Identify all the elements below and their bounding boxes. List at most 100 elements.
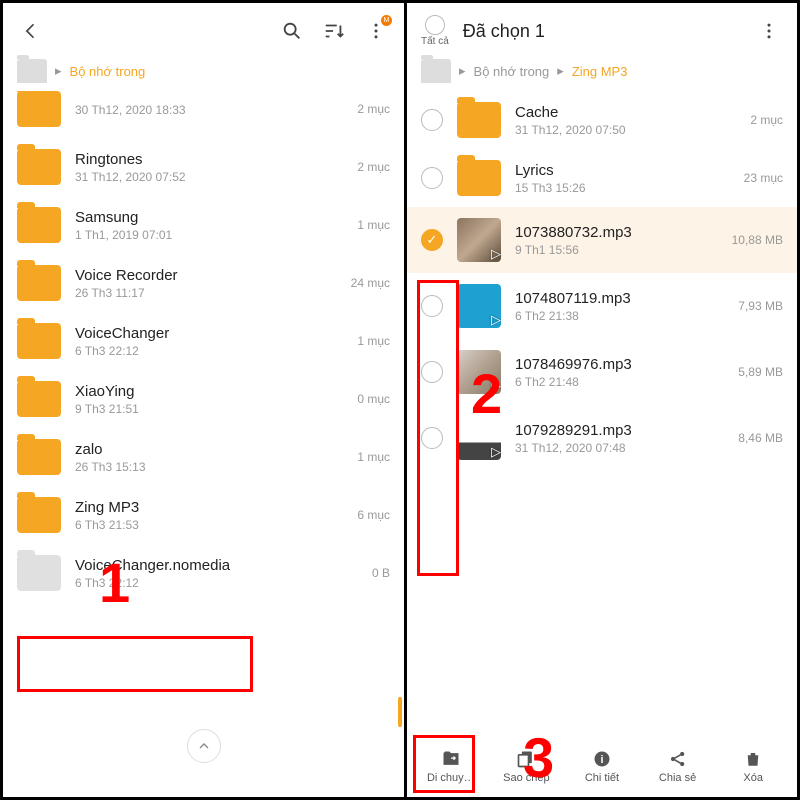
list-item[interactable]: VoiceChanger 6 Th3 22:12 1 mục bbox=[3, 312, 404, 370]
item-checkbox[interactable] bbox=[421, 167, 443, 189]
item-checkbox[interactable]: ✓ bbox=[421, 229, 443, 251]
list-item[interactable]: XiaoYing 9 Th3 21:51 0 mục bbox=[3, 370, 404, 428]
chevron-right-icon: ▸ bbox=[557, 63, 564, 79]
list-item[interactable]: zalo 26 Th3 15:13 1 mục bbox=[3, 428, 404, 486]
sort-icon[interactable] bbox=[320, 17, 348, 45]
item-meta: 1 mục bbox=[357, 450, 390, 464]
action-copy[interactable]: Sao chép bbox=[495, 749, 557, 784]
list-item[interactable]: ▷ 1078469976.mp3 6 Th2 21:48 5,89 MB bbox=[407, 339, 797, 405]
item-sub: 1 Th1, 2019 07:01 bbox=[75, 228, 343, 242]
item-sub: 26 Th3 11:17 bbox=[75, 286, 337, 300]
selection-title: Đã chọn 1 bbox=[463, 21, 741, 42]
item-sub: 30 Th12, 2020 18:33 bbox=[75, 103, 343, 117]
item-sub: 15 Th3 15:26 bbox=[515, 181, 730, 195]
folder-icon bbox=[17, 439, 61, 475]
action-label: Chi tiết bbox=[585, 772, 619, 784]
folder-icon bbox=[17, 207, 61, 243]
list-item[interactable]: Samsung 1 Th1, 2019 07:01 1 mục bbox=[3, 196, 404, 254]
list-item[interactable]: Voice Recorder 26 Th3 11:17 24 mục bbox=[3, 254, 404, 312]
breadcrumb[interactable]: ▸ Bộ nhớ trong ▸ Zing MP3 bbox=[407, 59, 797, 91]
list-item[interactable]: VoiceChanger.nomedia 6 Th3 22:12 0 B bbox=[3, 544, 404, 602]
folder-icon bbox=[17, 91, 61, 127]
breadcrumb[interactable]: ▸ Bộ nhớ trong bbox=[3, 59, 404, 91]
item-checkbox[interactable] bbox=[421, 427, 443, 449]
move-icon bbox=[440, 749, 462, 769]
item-name: Cache bbox=[515, 104, 736, 121]
notification-badge: M bbox=[381, 15, 392, 26]
list-item[interactable]: Cache 31 Th12, 2020 07:50 2 mục bbox=[407, 91, 797, 149]
action-label: Chia sẻ bbox=[659, 772, 696, 784]
home-icon[interactable] bbox=[17, 59, 47, 83]
list-item[interactable]: Zing MP3 6 Th3 21:53 6 mục bbox=[3, 486, 404, 544]
item-meta: 2 mục bbox=[750, 113, 783, 127]
list-item[interactable]: ▷ 1074807119.mp3 6 Th2 21:38 7,93 MB bbox=[407, 273, 797, 339]
item-info: Cache 31 Th12, 2020 07:50 bbox=[515, 104, 736, 137]
action-label: Xóa bbox=[743, 772, 763, 784]
item-sub: 31 Th12, 2020 07:48 bbox=[515, 441, 724, 455]
select-all[interactable]: Tất cả bbox=[421, 15, 449, 47]
chevron-right-icon: ▸ bbox=[459, 63, 466, 79]
item-meta: 23 mục bbox=[744, 171, 783, 185]
search-icon[interactable] bbox=[278, 17, 306, 45]
select-all-checkbox[interactable] bbox=[425, 15, 445, 35]
action-trash[interactable]: Xóa bbox=[722, 749, 784, 784]
breadcrumb-item[interactable]: Bộ nhớ trong bbox=[474, 64, 550, 79]
item-name: Zing MP3 bbox=[75, 499, 343, 516]
list-item[interactable]: ▷ 1079289291.mp3 31 Th12, 2020 07:48 8,4… bbox=[407, 405, 797, 471]
item-info: VoiceChanger 6 Th3 22:12 bbox=[75, 325, 343, 358]
list-item[interactable]: Ringtones 31 Th12, 2020 07:52 2 mục bbox=[3, 138, 404, 196]
item-meta: 24 mục bbox=[351, 276, 390, 290]
more-icon[interactable]: M bbox=[362, 17, 390, 45]
scroll-top-button[interactable] bbox=[187, 729, 221, 763]
item-checkbox[interactable] bbox=[421, 109, 443, 131]
file-thumbnail: ▷ bbox=[457, 416, 501, 460]
item-name: XiaoYing bbox=[75, 383, 343, 400]
folder-icon bbox=[17, 497, 61, 533]
item-meta: 7,93 MB bbox=[738, 299, 783, 313]
play-icon: ▷ bbox=[491, 312, 501, 328]
list-item[interactable]: ✓ ▷ 1073880732.mp3 9 Th1 15:56 10,88 MB bbox=[407, 207, 797, 273]
item-info: XiaoYing 9 Th3 21:51 bbox=[75, 383, 343, 416]
scrollbar-indicator[interactable] bbox=[398, 697, 402, 727]
item-info: 30 Th12, 2020 18:33 bbox=[75, 101, 343, 117]
list-item[interactable]: Lyrics 15 Th3 15:26 23 mục bbox=[407, 149, 797, 207]
item-sub: 6 Th3 22:12 bbox=[75, 576, 358, 590]
item-checkbox[interactable] bbox=[421, 295, 443, 317]
folder-icon bbox=[17, 323, 61, 359]
action-label: Di chuy… bbox=[427, 772, 475, 784]
item-sub: 6 Th2 21:48 bbox=[515, 375, 724, 389]
play-icon: ▷ bbox=[491, 378, 501, 394]
list-item[interactable]: 30 Th12, 2020 18:33 2 mục bbox=[3, 91, 404, 138]
item-name: Voice Recorder bbox=[75, 267, 337, 284]
item-info: 1074807119.mp3 6 Th2 21:38 bbox=[515, 290, 724, 323]
item-name: Samsung bbox=[75, 209, 343, 226]
item-info: zalo 26 Th3 15:13 bbox=[75, 441, 343, 474]
item-info: 1078469976.mp3 6 Th2 21:48 bbox=[515, 356, 724, 389]
item-checkbox[interactable] bbox=[421, 361, 443, 383]
breadcrumb-current[interactable]: Zing MP3 bbox=[572, 64, 628, 79]
item-meta: 8,46 MB bbox=[738, 431, 783, 445]
item-meta: 5,89 MB bbox=[738, 365, 783, 379]
left-pane: M ▸ Bộ nhớ trong 30 Th12, 2020 18:33 2 m… bbox=[3, 3, 407, 797]
action-info[interactable]: i Chi tiết bbox=[571, 749, 633, 784]
folder-icon bbox=[17, 149, 61, 185]
breadcrumb-current[interactable]: Bộ nhớ trong bbox=[70, 64, 146, 79]
file-thumbnail: ▷ bbox=[457, 350, 501, 394]
action-share[interactable]: Chia sẻ bbox=[647, 749, 709, 784]
item-name: 1073880732.mp3 bbox=[515, 224, 718, 241]
play-icon: ▷ bbox=[491, 246, 501, 262]
item-sub: 26 Th3 15:13 bbox=[75, 460, 343, 474]
share-icon bbox=[668, 749, 688, 769]
item-info: Zing MP3 6 Th3 21:53 bbox=[75, 499, 343, 532]
item-name: 1079289291.mp3 bbox=[515, 422, 724, 439]
action-move[interactable]: Di chuy… bbox=[420, 749, 482, 784]
item-sub: 31 Th12, 2020 07:50 bbox=[515, 123, 736, 137]
info-icon: i bbox=[592, 749, 612, 769]
item-meta: 2 mục bbox=[357, 102, 390, 116]
item-info: Lyrics 15 Th3 15:26 bbox=[515, 162, 730, 195]
item-meta: 2 mục bbox=[357, 160, 390, 174]
item-info: VoiceChanger.nomedia 6 Th3 22:12 bbox=[75, 557, 358, 590]
back-icon[interactable] bbox=[17, 17, 45, 45]
more-icon[interactable] bbox=[755, 17, 783, 45]
home-icon[interactable] bbox=[421, 59, 451, 83]
